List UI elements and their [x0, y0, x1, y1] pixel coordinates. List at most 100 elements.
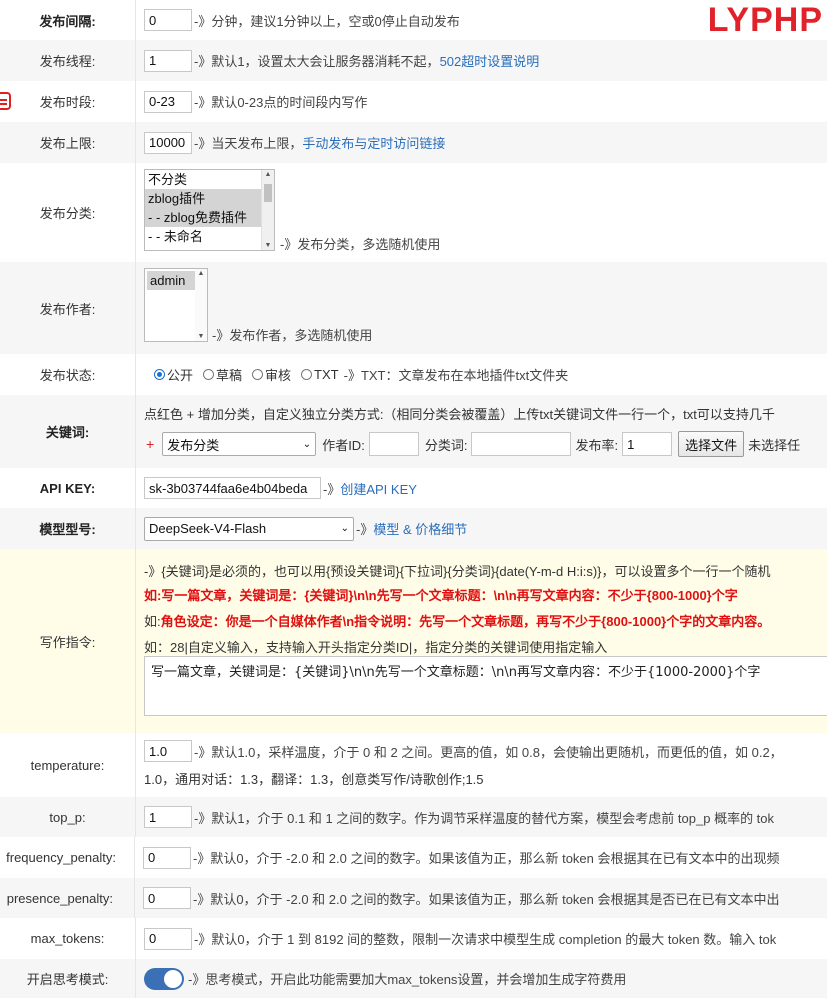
prompt-textarea[interactable]: 写一篇文章，关键词是：{关键词}\n\n先写一个文章标题：\n\n再写文章内容：… [144, 656, 827, 716]
temperature-hint: -》默认1.0，采样温度，介于 0 和 2 之间。更高的值，如 0.8，会使输出… [194, 744, 783, 760]
lyphp-logo: LYPHP.com [707, 1, 823, 51]
prompt-instruction: -》{关键词}是必须的，也可以用{预设关键词}{下拉词}{分类词}{date(Y… [144, 564, 771, 579]
presence-penalty-hint: -》默认0，介于 -2.0 和 2.0 之间的数字。如果该值为正，那么新 tok… [193, 891, 780, 907]
period-label: 发布时段: [0, 81, 136, 122]
category-option[interactable]: - - 未命名 [145, 227, 274, 246]
max-tokens-hint: -》默认0，介于 1 到 8192 间的整数，限制一次请求中模型生成 compl… [194, 932, 777, 947]
category-hint: -》发布分类，多选随机使用 [280, 237, 441, 252]
row-top-p: top_p: -》默认1，介于 0.1 和 1 之间的数字。作为调节采样温度的替… [0, 797, 827, 837]
category-listbox[interactable]: 不分类 zblog插件 - - zblog免费插件 - - 未命名 ▲ ▼ [144, 169, 275, 251]
category-scrollbar[interactable]: ▲ ▼ [261, 170, 274, 250]
manual-publish-link[interactable]: 手动发布与定时访问链接 [302, 133, 445, 152]
temperature-input[interactable] [144, 740, 192, 762]
category-word-label: 分类词: [424, 437, 468, 453]
thinking-hint: -》思考模式，开启此功能需要加大max_tokens设置，并会增加生成字符费用 [188, 972, 627, 987]
prompt-example-prefix: 如: [144, 588, 162, 603]
interval-input[interactable] [144, 9, 192, 31]
keywords-label: 关键词: [0, 395, 136, 468]
model-select[interactable]: DeepSeek-V4-Flash ⌄ [144, 516, 354, 541]
row-presence-penalty: presence_penalty: -》默认0，介于 -2.0 和 2.0 之间… [0, 878, 827, 918]
row-model: 模型型号: DeepSeek-V4-Flash ⌄ -》 模型 & 价格细节 [0, 508, 827, 549]
max-tokens-label: max_tokens: [0, 918, 136, 959]
limit-hint: -》当天发布上限， [194, 136, 303, 151]
status-radio-public[interactable]: 公开 [154, 365, 193, 384]
author-id-input[interactable] [368, 432, 419, 456]
author-scrollbar[interactable]: ▲ ▼ [195, 269, 207, 341]
status-radio-txt[interactable]: TXT [301, 367, 339, 382]
presence-penalty-input[interactable] [143, 887, 191, 909]
choose-file-button[interactable]: 选择文件 [678, 431, 745, 457]
author-listbox[interactable]: admin ▲ ▼ [144, 268, 208, 342]
frequency-penalty-label: frequency_penalty: [0, 837, 135, 878]
chevron-down-icon: ⌄ [302, 438, 312, 450]
temperature-hint-2: 1.0，通用对话：1.3，翻译：1.3，创意类写作/诗歌创作;1.5 [144, 772, 484, 787]
apikey-input[interactable] [144, 477, 321, 499]
top-p-hint: -》默认1，介于 0.1 和 1 之间的数字。作为调节采样温度的替代方案，模型会… [194, 810, 775, 826]
category-word-input[interactable] [471, 432, 572, 456]
author-hint: -》发布作者，多选随机使用 [212, 328, 373, 343]
top-p-input[interactable] [144, 806, 192, 828]
timeout-help-link[interactable]: 502超时设置说明 [440, 51, 540, 70]
category-option[interactable]: 不分类 [145, 170, 274, 189]
thinking-label: 开启思考模式: [0, 959, 136, 998]
threads-label: 发布线程: [0, 40, 136, 81]
top-p-label: top_p: [0, 797, 136, 837]
period-hint: -》默认0-23点的时间段内写作 [194, 95, 368, 110]
model-label: 模型型号: [0, 508, 136, 549]
row-max-tokens: max_tokens: -》默认0，介于 1 到 8192 间的整数，限制一次请… [0, 918, 827, 959]
publish-rate-label: 发布率: [575, 437, 619, 453]
status-radio-draft[interactable]: 草稿 [203, 365, 242, 384]
frequency-penalty-hint: -》默认0，介于 -2.0 和 2.0 之间的数字。如果该值为正，那么新 tok… [193, 851, 780, 866]
category-label: 发布分类: [0, 163, 136, 262]
row-thinking: 开启思考模式: -》思考模式，开启此功能需要加大max_tokens设置，并会增… [0, 959, 827, 998]
keywords-description: 点红色 + 增加分类，自定义独立分类方式:（相同分类会被覆盖）上传txt关键词文… [144, 407, 775, 422]
create-apikey-link[interactable]: 创建API KEY [340, 479, 417, 498]
add-category-plus[interactable]: + [146, 436, 154, 452]
author-label: 发布作者: [0, 262, 136, 354]
row-status: 发布状态: 公开 草稿 审核 TXT -》TXT：文章发布在本地插件txt文件夹 [0, 354, 827, 395]
model-pricing-link[interactable]: 模型 & 价格细节 [373, 519, 467, 538]
row-interval: 发布间隔: -》分钟，建议1分钟以上，空或0停止自动发布 [0, 0, 827, 40]
row-prompt: 写作指令: -》{关键词}是必须的，也可以用{预设关键词}{下拉词}{分类词}{… [0, 549, 827, 733]
interval-hint: -》分钟，建议1分钟以上，空或0停止自动发布 [194, 13, 460, 29]
temperature-label: temperature: [0, 733, 136, 797]
row-author: 发布作者: admin ▲ ▼ -》发布作者，多选随机使用 [0, 262, 827, 354]
model-hint: -》 [356, 522, 374, 537]
row-keywords: 关键词: 点红色 + 增加分类，自定义独立分类方式:（相同分类会被覆盖）上传tx… [0, 395, 827, 468]
frequency-penalty-input[interactable] [143, 846, 191, 869]
limit-input[interactable] [144, 131, 192, 154]
interval-label: 发布间隔: [0, 0, 136, 40]
apikey-hint: -》 [323, 481, 341, 497]
keyword-category-select[interactable]: 发布分类 ⌄ [162, 432, 317, 456]
threads-hint: -》默认1，设置太大会让服务器消耗不起， [194, 54, 440, 69]
author-id-label: 作者ID: [322, 437, 365, 453]
row-apikey: API KEY: -》 创建API KEY [0, 468, 827, 508]
row-limit: 发布上限: -》当天发布上限， 手动发布与定时访问链接 [0, 122, 827, 163]
row-temperature: temperature: -》默认1.0，采样温度，介于 0 和 2 之间。更高… [0, 733, 827, 797]
publish-rate-input[interactable] [622, 432, 673, 456]
prompt-label: 写作指令: [0, 549, 136, 733]
threads-input[interactable] [144, 49, 192, 72]
row-threads: 发布线程: -》默认1，设置太大会让服务器消耗不起， 502超时设置说明 [0, 40, 827, 81]
prompt-example-3: 如：28|自定义输入，支持输入开头指定分类ID|，指定分类的关键词使用指定输入 [144, 640, 608, 655]
prompt-example-1: 写一篇文章，关键词是：{关键词}\n\n先写一个文章标题：\n\n再写文章内容：… [161, 588, 738, 603]
row-category: 发布分类: 不分类 zblog插件 - - zblog免费插件 - - 未命名 … [0, 163, 827, 262]
limit-label: 发布上限: [0, 122, 136, 163]
max-tokens-input[interactable] [144, 927, 192, 950]
chevron-down-icon: ⌄ [340, 523, 349, 534]
floating-menu-icon[interactable] [0, 92, 11, 110]
file-status: 未选择任 [748, 437, 801, 453]
status-radio-review[interactable]: 审核 [252, 365, 291, 384]
presence-penalty-label: presence_penalty: [0, 878, 135, 918]
status-hint: -》TXT：文章发布在本地插件txt文件夹 [343, 368, 569, 383]
row-frequency-penalty: frequency_penalty: -》默认0，介于 -2.0 和 2.0 之… [0, 837, 827, 878]
prompt-example-2: 角色设定：你是一个自媒体作者\n指令说明：先写一个文章标题，再写不少于{800-… [160, 614, 771, 629]
status-label: 发布状态: [0, 354, 136, 395]
apikey-label: API KEY: [0, 468, 136, 508]
category-option[interactable]: zblog插件 [145, 189, 274, 208]
thinking-toggle[interactable] [144, 967, 184, 990]
row-period: 发布时段: -》默认0-23点的时间段内写作 [0, 81, 827, 122]
category-option[interactable]: - - zblog免费插件 [145, 208, 274, 227]
period-input[interactable] [144, 90, 192, 113]
prompt-example-prefix: 如: [144, 614, 161, 629]
